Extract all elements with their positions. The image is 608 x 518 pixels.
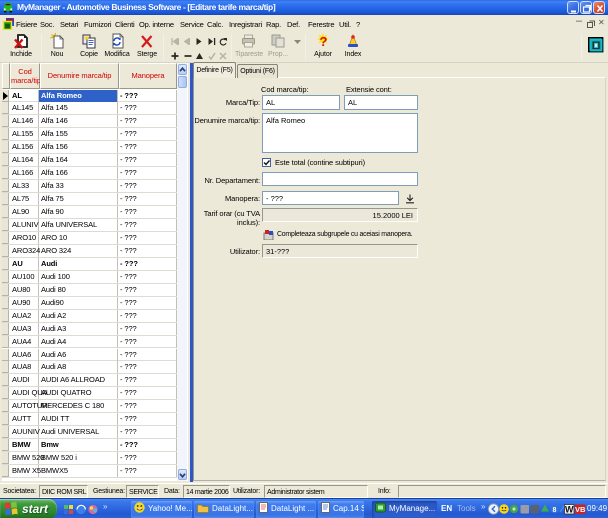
svg-text:8: 8 — [553, 507, 557, 514]
svg-text:?: ? — [320, 34, 328, 49]
svg-text:W: W — [565, 504, 574, 514]
svg-text:VB: VB — [575, 505, 586, 514]
